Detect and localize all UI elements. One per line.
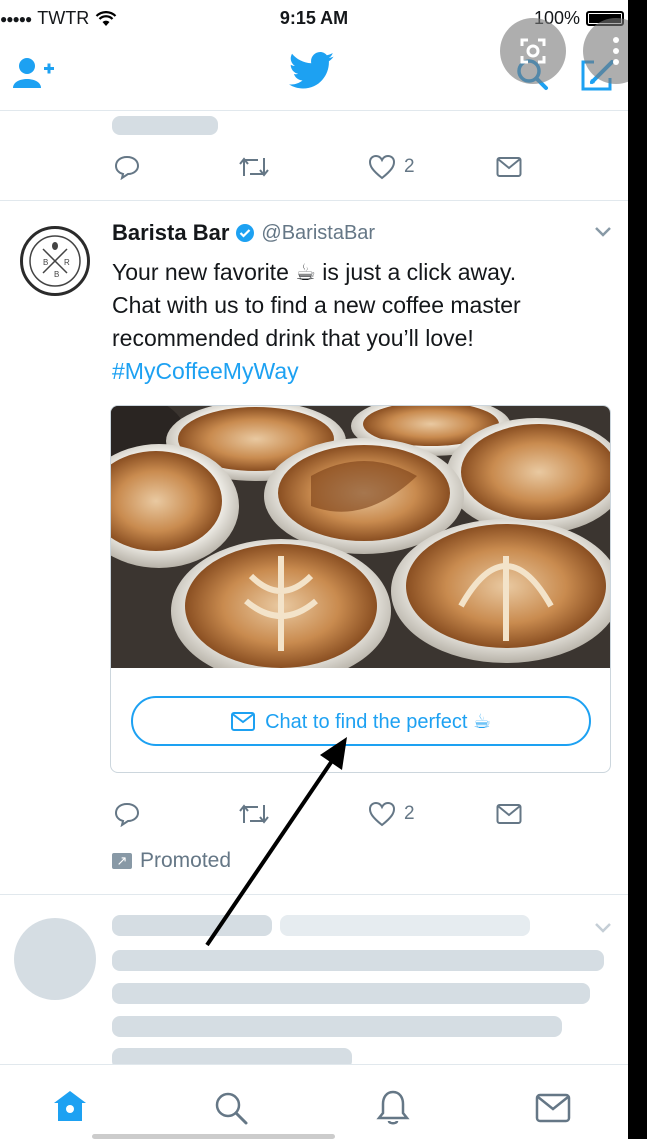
loading-avatar: [14, 918, 96, 1000]
mail-icon: [231, 711, 256, 731]
lens-icon: [520, 38, 546, 64]
screen-edge: [628, 0, 647, 1139]
lens-overlay-button[interactable]: [500, 18, 566, 84]
chat-cta-button[interactable]: Chat to find the perfect ☕: [131, 696, 591, 746]
retweet-icon: [239, 804, 269, 824]
messages-icon[interactable]: [535, 1093, 571, 1123]
search-icon[interactable]: [212, 1089, 250, 1127]
tweet-text: Your new favorite ☕ is just a click away…: [112, 256, 612, 388]
reply-button[interactable]: [114, 154, 140, 180]
reply-button[interactable]: [114, 801, 140, 827]
account-handle[interactable]: @BaristaBar: [261, 222, 375, 245]
account-name[interactable]: Barista Bar: [112, 220, 229, 246]
more-vertical-icon: [613, 37, 619, 65]
like-button[interactable]: 2: [368, 154, 415, 180]
tweet-divider: [0, 200, 628, 201]
verified-badge-icon: [236, 224, 255, 242]
tweet-divider: [0, 894, 628, 895]
loading-placeholder: [112, 116, 218, 135]
home-icon[interactable]: [52, 1089, 88, 1123]
like-count: 2: [404, 156, 415, 177]
chevron-down-icon[interactable]: [594, 226, 612, 238]
direct-message-button[interactable]: [496, 156, 522, 178]
conversation-card[interactable]: Chat to find the perfect ☕: [110, 405, 611, 773]
retweet-button[interactable]: [238, 801, 270, 827]
heart-icon: [368, 154, 396, 180]
loading-placeholder: [112, 950, 604, 971]
avatar-letter: R: [64, 258, 70, 267]
like-count: 2: [404, 803, 415, 824]
reply-icon: [114, 155, 140, 180]
tweet-text-line: recommended drink that you’ll love!: [112, 325, 474, 351]
home-indicator: [92, 1134, 335, 1139]
twitter-screen: ●●●●● TWTR 9:15 AM 100% 2 B B R Barista …: [0, 0, 628, 1139]
avatar[interactable]: B B R: [20, 226, 90, 296]
heart-icon: [368, 801, 396, 827]
barista-bar-logo: B B R: [29, 235, 81, 287]
direct-message-button[interactable]: [496, 803, 522, 825]
more-overlay-button[interactable]: [583, 18, 628, 84]
notifications-icon[interactable]: [376, 1089, 410, 1127]
chevron-down-icon[interactable]: [594, 922, 612, 934]
promoted-text: Promoted: [140, 849, 232, 872]
tweet-text-line: Chat with us to find a new coffee master: [112, 292, 521, 318]
coffee-cups-photo: [111, 406, 610, 668]
chat-cta-label: Chat to find the perfect ☕: [265, 710, 491, 733]
promoted-arrow-icon: ↗: [112, 853, 132, 869]
bottom-tab-bar: [0, 1064, 628, 1139]
loading-placeholder: [112, 983, 590, 1004]
loading-placeholder: [112, 1016, 562, 1037]
reply-icon: [114, 802, 140, 827]
retweet-icon: [239, 157, 269, 177]
promoted-label[interactable]: ↗ Promoted: [112, 849, 231, 873]
tweet-text-line: Your new favorite ☕ is just a click away…: [112, 259, 517, 285]
avatar-letter: B: [54, 270, 59, 279]
mail-icon: [496, 804, 522, 824]
top-nav-bar: [0, 18, 628, 111]
tweet-header: Barista Bar @BaristaBar: [112, 220, 375, 246]
loading-placeholder: [112, 915, 272, 936]
person-add-icon[interactable]: [12, 56, 56, 90]
mail-icon: [496, 157, 522, 177]
twitter-bird-icon[interactable]: [289, 52, 335, 90]
retweet-button[interactable]: [238, 154, 270, 180]
avatar-letter: B: [43, 258, 48, 267]
like-button[interactable]: 2: [368, 801, 415, 827]
hashtag-link[interactable]: #MyCoffeeMyWay: [112, 355, 612, 388]
loading-placeholder: [280, 915, 530, 936]
